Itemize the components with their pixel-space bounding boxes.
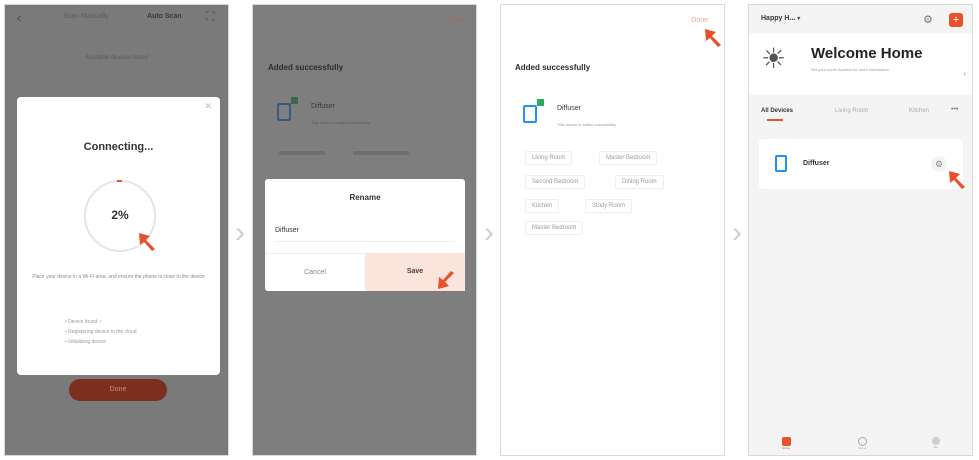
rename-dialog: Rename Diffuser Cancel Save — [265, 179, 465, 291]
chevron-right-icon: › — [235, 216, 245, 249]
room-chip[interactable]: Master Bedroom — [599, 151, 658, 165]
cancel-button[interactable]: Cancel — [265, 253, 365, 292]
name-input[interactable]: Diffuser — [275, 227, 299, 234]
step-item: • Initializing device — [65, 339, 106, 345]
screen-added: Done Added successfully Diffuser This de… — [500, 4, 725, 456]
add-device-button[interactable]: + — [949, 13, 963, 27]
screen-connecting: ‹ Scan Manually Auto Scan ⛶ Available de… — [4, 4, 229, 456]
red-pointer-arrow-icon — [947, 169, 969, 191]
nav-me[interactable]: Me — [929, 437, 943, 449]
tab-scan-manually[interactable]: Scan Manually — [63, 13, 109, 20]
back-icon[interactable]: ‹ — [17, 10, 21, 25]
home-name: Happy H... — [761, 15, 796, 22]
step-list: • Device found ✓ • Registering device to… — [65, 319, 195, 345]
status-text: Place your device in a Wi-Fi area, and e… — [32, 274, 205, 280]
screen-home: Happy H... ▾ ⚙ + ☀ Welcome Home Set your… — [748, 4, 973, 456]
step-item: • Device found ✓ — [65, 319, 103, 325]
room-chip[interactable]: Study Room — [585, 199, 633, 213]
device-icon — [523, 105, 537, 123]
tab-kitchen[interactable]: Kitchen — [909, 108, 929, 114]
status-badge — [537, 99, 544, 106]
red-pointer-arrow-icon — [436, 269, 458, 291]
scene-icon — [857, 437, 867, 446]
welcome-title: Welcome Home — [811, 45, 923, 62]
room-placeholder — [279, 151, 325, 155]
device-settings-button[interactable]: ⚙ — [931, 156, 947, 172]
profile-icon — [932, 437, 940, 445]
gear-icon: ⚙ — [934, 159, 944, 169]
nav-scene[interactable]: Scene — [853, 437, 871, 450]
active-tab-indicator — [767, 119, 783, 121]
red-pointer-arrow-icon — [137, 231, 159, 253]
device-icon — [277, 103, 291, 121]
nav-home[interactable]: Home — [779, 437, 793, 450]
room-chip[interactable]: Master Bedroom — [525, 221, 584, 235]
welcome-card: ☀ Welcome Home Set your home location fo… — [749, 33, 972, 95]
done-link[interactable]: Done — [691, 17, 708, 24]
step-item: • Registering device to the cloud — [65, 329, 137, 335]
tab-auto-scan[interactable]: Auto Scan — [147, 13, 182, 20]
home-switcher[interactable]: Happy H... ▾ — [761, 15, 800, 22]
chevron-down-icon: ▾ — [797, 16, 801, 22]
device-name: Diffuser — [803, 160, 830, 167]
home-icon — [781, 437, 791, 446]
bottom-nav: Home Scene Me — [749, 433, 972, 455]
room-placeholder — [353, 151, 409, 155]
welcome-subtitle: Set your home location for more informat… — [811, 67, 889, 72]
connecting-dialog: ✕ Connecting... 2% Place your device in … — [17, 97, 220, 375]
room-tabs: All Devices Living Room Kitchen ••• — [749, 103, 972, 123]
subtitle: Available devices found — [85, 55, 148, 61]
room-chip[interactable]: Living Room — [525, 151, 573, 165]
room-chip[interactable]: Second Bedroom — [525, 175, 586, 189]
chevron-right-icon: › — [484, 216, 494, 249]
done-button[interactable]: Done — [69, 379, 167, 401]
dialog-title: Rename — [349, 193, 381, 202]
sun-icon: ☀ — [761, 43, 787, 74]
progress-label: 2% — [111, 208, 129, 222]
device-subtitle: This device is added successfully — [311, 120, 371, 125]
gear-icon[interactable]: ⚙ — [923, 13, 933, 26]
nav-label: Scene — [857, 446, 867, 450]
done-link[interactable]: Done — [447, 17, 464, 24]
device-icon — [775, 155, 787, 172]
device-subtitle: This device is added successfully — [557, 122, 617, 127]
nav-label: Me — [933, 445, 939, 449]
input-underline — [275, 241, 455, 242]
scan-icon[interactable]: ⛶ — [206, 9, 214, 24]
section-title: Added successfully — [268, 63, 344, 72]
chevron-right-icon[interactable]: › — [963, 69, 966, 78]
top-bar: ‹ Scan Manually Auto Scan ⛶ — [5, 5, 228, 31]
status-badge — [291, 97, 298, 104]
chevron-right-icon: › — [732, 216, 742, 249]
close-icon[interactable]: ✕ — [204, 101, 212, 112]
tab-all-devices[interactable]: All Devices — [761, 108, 793, 114]
device-name[interactable]: Diffuser — [557, 105, 581, 112]
room-chip[interactable]: Dining Room — [615, 175, 664, 189]
section-title: Added successfully — [515, 63, 591, 72]
red-pointer-arrow-icon — [703, 27, 724, 49]
device-name[interactable]: Diffuser — [311, 103, 335, 110]
room-chip[interactable]: Kitchen — [525, 199, 560, 213]
device-card[interactable]: Diffuser ⚙ — [759, 139, 963, 189]
more-icon[interactable]: ••• — [951, 106, 958, 113]
tab-living-room[interactable]: Living Room — [835, 108, 868, 114]
dialog-title: Connecting... — [83, 141, 154, 153]
nav-label: Home — [781, 446, 790, 450]
screen-rename: Done Added successfully Diffuser This de… — [252, 4, 477, 456]
